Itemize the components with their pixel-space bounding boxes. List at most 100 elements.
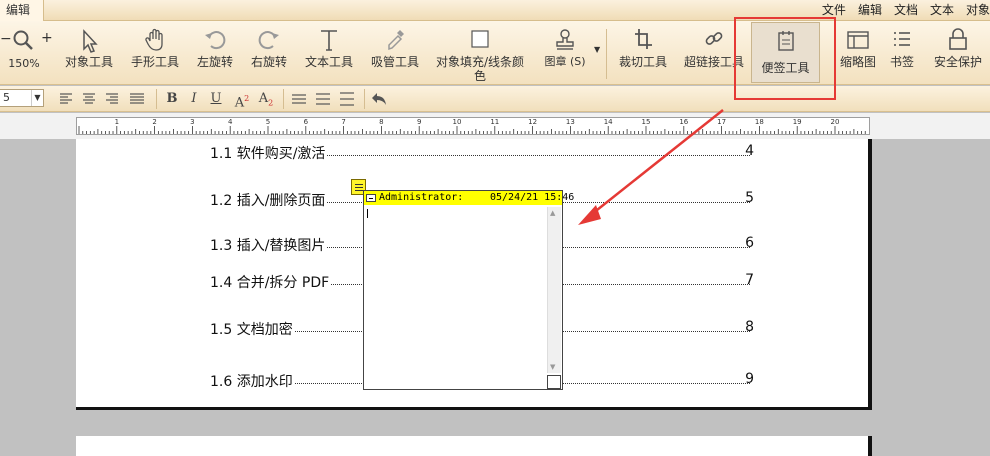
thumbnail-button[interactable]: 缩略图 bbox=[838, 4, 878, 69]
text-tool-button[interactable]: 文本工具 bbox=[300, 25, 358, 83]
stamp-button[interactable]: 图章 (S) bbox=[540, 25, 590, 83]
hand-tool-button[interactable]: 手形工具 bbox=[126, 25, 184, 83]
crop-icon bbox=[635, 29, 652, 49]
security-label: 安全保护 bbox=[933, 55, 982, 69]
ruler-number: 10 bbox=[452, 118, 462, 126]
stamp-label: 图章 (S) bbox=[544, 55, 586, 68]
stamp-icon bbox=[556, 29, 574, 50]
line-spacing-1-icon bbox=[292, 94, 306, 104]
text-t-icon bbox=[321, 30, 337, 51]
ruler-number: 15 bbox=[641, 118, 651, 126]
toc-title: 1.2 插入/删除页面 bbox=[210, 190, 328, 210]
ruler-ticks bbox=[78, 126, 866, 134]
ruler-number: 2 bbox=[152, 118, 157, 126]
format-toolbar: 5 ▼ B I U A2 A2 bbox=[0, 86, 990, 112]
toc-title: 1.6 添加水印 bbox=[210, 371, 295, 391]
ruler-number: 19 bbox=[792, 118, 802, 126]
undo-icon[interactable] bbox=[370, 90, 388, 108]
ruler-number: 11 bbox=[490, 118, 500, 126]
rotate-left-icon bbox=[205, 31, 226, 50]
align-justify-icon bbox=[130, 93, 144, 104]
bold-button[interactable]: B bbox=[164, 90, 180, 108]
format-separator bbox=[156, 89, 157, 109]
zoom-control: − + 150% bbox=[0, 25, 53, 83]
ruler-number: 7 bbox=[341, 118, 346, 126]
security-button[interactable]: 安全保护 bbox=[930, 4, 986, 69]
ruler-number: 5 bbox=[265, 118, 271, 126]
fill-stroke-button[interactable]: 对象填充/线条颜色 bbox=[430, 25, 530, 83]
tab-edit[interactable]: 编辑 bbox=[0, 0, 44, 21]
highlight-box bbox=[734, 17, 836, 100]
zoom-value[interactable]: 150% bbox=[0, 57, 48, 71]
ruler-number: 13 bbox=[565, 118, 575, 126]
zoom-in-button[interactable]: + bbox=[41, 30, 53, 46]
note-popup[interactable]: Administrator: 05/24/21 15:46 ▲ ▼ bbox=[363, 190, 574, 390]
ruler-number: 12 bbox=[528, 118, 538, 126]
stamp-dropdown-arrow-icon[interactable]: ▼ bbox=[594, 45, 600, 54]
ruler-number: 8 bbox=[379, 118, 384, 126]
scroll-down-icon[interactable]: ▼ bbox=[550, 363, 555, 371]
font-size-value: 5 bbox=[3, 91, 10, 104]
ruler-number: 3 bbox=[190, 118, 195, 126]
ruler-number: 16 bbox=[679, 118, 689, 126]
align-center-icon bbox=[83, 93, 95, 104]
superscript-label: A bbox=[234, 95, 245, 111]
bookmark-button[interactable]: 书签 bbox=[886, 4, 918, 69]
alignment-buttons bbox=[60, 93, 144, 104]
chevron-down-icon[interactable]: ▼ bbox=[31, 90, 43, 106]
color-swatch-icon bbox=[471, 30, 489, 48]
rotate-right-button[interactable]: 右旋转 bbox=[246, 25, 292, 83]
ruler-number: 18 bbox=[754, 118, 764, 126]
align-left-icon bbox=[60, 93, 72, 104]
subscript-button[interactable]: A2 bbox=[256, 90, 276, 108]
ruler-number: 14 bbox=[603, 118, 613, 126]
zoom-magnifier-icon[interactable] bbox=[12, 29, 34, 51]
toc-page: 4 bbox=[745, 143, 754, 159]
toc-entry[interactable]: 1.1 软件购买/激活 4 bbox=[210, 143, 754, 163]
toc-page: 9 bbox=[745, 371, 754, 387]
subscript-mark: 2 bbox=[268, 98, 274, 108]
ribbon-separator bbox=[606, 29, 607, 79]
bookmark-list-icon bbox=[894, 32, 910, 46]
superscript-button[interactable]: A2 bbox=[232, 90, 252, 111]
scroll-up-icon[interactable]: ▲ bbox=[550, 209, 555, 217]
thumbnail-label: 缩略图 bbox=[839, 55, 876, 69]
note-scrollbar[interactable]: ▲ ▼ bbox=[547, 207, 561, 373]
format-separator bbox=[283, 89, 284, 109]
toc-page: 7 bbox=[745, 272, 754, 288]
ruler-number: 1 bbox=[114, 118, 120, 126]
eyedropper-button[interactable]: 吸管工具 bbox=[366, 25, 424, 83]
cursor-arrow-icon bbox=[83, 29, 98, 53]
eyedropper-label: 吸管工具 bbox=[370, 55, 419, 69]
rotate-left-label: 左旋转 bbox=[196, 55, 233, 69]
superscript-mark: 2 bbox=[244, 94, 250, 103]
note-popup-header[interactable]: Administrator: 05/24/21 15:46 bbox=[364, 191, 574, 205]
crop-tool-button[interactable]: 裁切工具 bbox=[614, 25, 672, 83]
next-document-page[interactable] bbox=[76, 436, 872, 456]
toc-page: 8 bbox=[745, 319, 754, 335]
zoom-out-button[interactable]: − bbox=[0, 31, 12, 47]
format-separator bbox=[364, 89, 365, 109]
ruler-number: 4 bbox=[227, 118, 233, 126]
horizontal-ruler: 1 2 3 4 5 6 7 8 9 10 11 12 13 14 15 16 17 18 19 20 bbox=[76, 117, 870, 135]
align-right-icon bbox=[106, 93, 118, 104]
toc-page: 6 bbox=[745, 235, 754, 251]
object-tool-button[interactable]: 对象工具 bbox=[60, 25, 118, 83]
bookmark-label: 书签 bbox=[889, 55, 914, 69]
toc-title: 1.3 插入/替换图片 bbox=[210, 235, 328, 255]
ruler-number: 6 bbox=[303, 118, 309, 126]
note-text-area[interactable] bbox=[366, 207, 546, 379]
font-size-select[interactable]: 5 ▼ bbox=[0, 89, 44, 107]
italic-button[interactable]: I bbox=[186, 90, 202, 108]
text-caret bbox=[367, 209, 368, 218]
minimize-icon[interactable] bbox=[366, 194, 376, 202]
object-tool-label: 对象工具 bbox=[64, 55, 113, 69]
note-date: 05/24/21 15:46 bbox=[490, 192, 575, 203]
text-tool-label: 文本工具 bbox=[304, 55, 353, 69]
rotate-left-button[interactable]: 左旋转 bbox=[192, 25, 238, 83]
resize-grip-icon[interactable] bbox=[547, 375, 561, 389]
line-spacing-2-icon bbox=[340, 92, 354, 106]
underline-button[interactable]: U bbox=[208, 90, 224, 108]
line-spacing-buttons bbox=[292, 92, 354, 106]
toc-page: 5 bbox=[745, 190, 754, 206]
